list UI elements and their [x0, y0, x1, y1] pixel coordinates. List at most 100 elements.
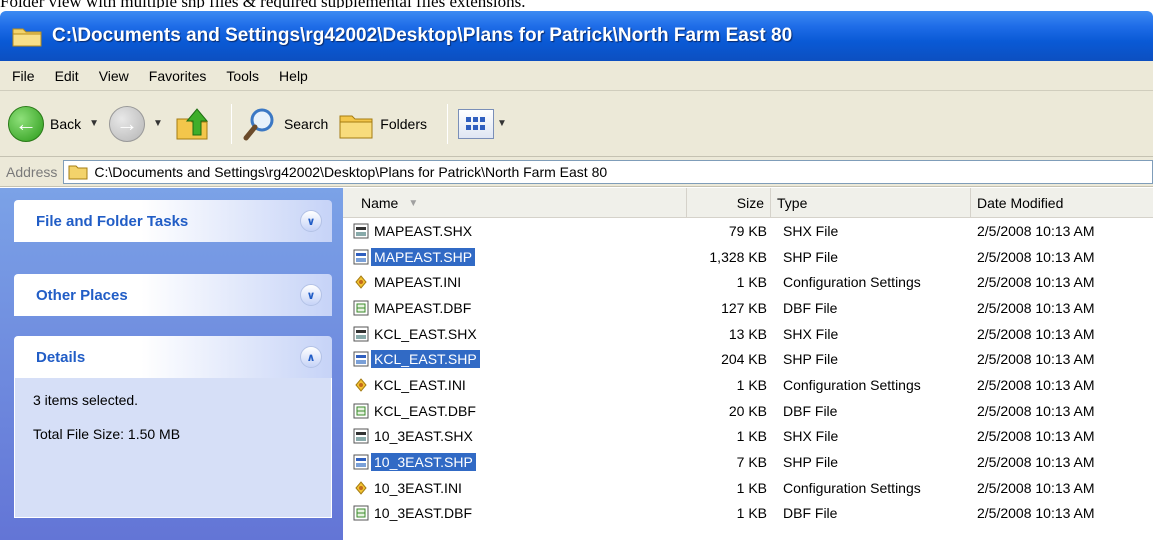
views-button[interactable]: ▼: [457, 108, 507, 139]
file-name-cell[interactable]: KCL_EAST.INI: [353, 372, 683, 398]
file-type: Configuration Settings: [783, 376, 921, 393]
search-button[interactable]: Search: [242, 106, 328, 142]
collapse-chevron-icon[interactable]: ∧: [300, 346, 322, 368]
file-name: KCL_EAST.SHP: [371, 350, 480, 369]
file-date-modified: 2/5/2008 10:13 AM: [977, 428, 1095, 445]
details-title: Details: [36, 348, 86, 366]
file-row[interactable]: KCL_EAST.DBF 20 KB DBF File 2/5/2008 10:13 …: [343, 398, 1153, 424]
file-date-modified: 2/5/2008 10:13 AM: [977, 454, 1095, 471]
column-header-type[interactable]: Type: [771, 188, 971, 218]
toolbar-separator: [446, 103, 448, 144]
file-name-cell[interactable]: MAPEAST.SHX: [353, 218, 683, 244]
file-row[interactable]: MAPEAST.SHX 79 KB SHX File 2/5/2008 10:13 A…: [343, 218, 1153, 244]
file-row[interactable]: KCL_EAST.SHX 13 KB SHX File 2/5/2008 10:13 …: [343, 321, 1153, 347]
folder-icon: [68, 165, 88, 179]
file-row[interactable]: 10_3EAST.INI 1 KB Configuration Settings 2/…: [343, 475, 1153, 501]
address-label: Address: [6, 163, 58, 180]
window-title: C:\Documents and Settings\rg42002\Deskto…: [52, 25, 793, 46]
menu-edit[interactable]: Edit: [55, 68, 79, 84]
folders-button[interactable]: Folders: [338, 108, 427, 140]
file-name: KCL_EAST.DBF: [374, 402, 476, 419]
shx-file-icon: [353, 326, 371, 342]
file-name: KCL_EAST.SHX: [374, 325, 477, 342]
file-row[interactable]: MAPEAST.DBF 127 KB DBF File 2/5/2008 10:13 …: [343, 295, 1153, 321]
menu-favorites[interactable]: Favorites: [149, 68, 207, 84]
file-type: SHP File: [783, 351, 838, 368]
toolbar-separator: [230, 103, 232, 144]
file-row[interactable]: 10_3EAST.SHP 7 KB SHP File 2/5/2008 10:13 A…: [343, 449, 1153, 475]
up-folder-icon: [176, 107, 209, 139]
file-date-modified: 2/5/2008 10:13 AM: [977, 274, 1095, 291]
file-size: 1 KB: [736, 505, 767, 522]
shx-file-icon: [353, 223, 371, 239]
views-icon: [457, 108, 494, 139]
title-bar[interactable]: C:\Documents and Settings\rg42002\Deskto…: [0, 11, 1153, 61]
file-name-cell[interactable]: 10_3EAST.SHP: [353, 449, 683, 475]
file-date-modified: 2/5/2008 10:13 AM: [977, 248, 1095, 265]
file-type: Configuration Settings: [783, 274, 921, 291]
expand-chevron-icon[interactable]: ∨: [300, 284, 322, 306]
file-folder-tasks-header[interactable]: File and Folder Tasks ∨: [14, 200, 332, 242]
file-name-cell[interactable]: 10_3EAST.DBF: [353, 501, 683, 527]
config-file-icon: [353, 274, 371, 290]
file-date-modified: 2/5/2008 10:13 AM: [977, 222, 1095, 239]
folder-icon: [12, 28, 42, 47]
details-body: 3 items selected. Total File Size: 1.50 …: [14, 378, 332, 518]
file-date-modified: 2/5/2008 10:13 AM: [977, 299, 1095, 316]
file-type: Configuration Settings: [783, 479, 921, 496]
file-name-cell[interactable]: KCL_EAST.SHX: [353, 321, 683, 347]
file-folder-tasks-title: File and Folder Tasks: [36, 212, 189, 230]
shp-file-icon: [353, 351, 371, 367]
file-row[interactable]: 10_3EAST.SHX 1 KB SHX File 2/5/2008 10:13 A…: [343, 424, 1153, 450]
task-pane: File and Folder Tasks ∨ Other Places ∨ D…: [0, 188, 343, 540]
back-dropdown-icon[interactable]: ▼: [89, 118, 99, 129]
back-label: Back: [50, 115, 82, 132]
file-name-cell[interactable]: MAPEAST.DBF: [353, 295, 683, 321]
menu-bar: File Edit View Favorites Tools Help: [0, 61, 1153, 91]
folders-icon: [339, 115, 373, 138]
file-row[interactable]: 10_3EAST.DBF 1 KB DBF File 2/5/2008 10:13 A…: [343, 501, 1153, 527]
search-label: Search: [283, 115, 329, 132]
file-row[interactable]: MAPEAST.INI 1 KB Configuration Settings 2/5…: [343, 269, 1153, 295]
file-name-cell[interactable]: KCL_EAST.SHP: [353, 346, 683, 372]
menu-tools[interactable]: Tools: [226, 68, 259, 84]
expand-chevron-icon[interactable]: ∨: [300, 210, 322, 232]
menu-help[interactable]: Help: [279, 68, 308, 84]
details-selected-count: 3 items selected.: [33, 392, 139, 408]
up-folder-button[interactable]: [173, 105, 211, 143]
menu-file[interactable]: File: [12, 68, 35, 84]
address-value: C:\Documents and Settings\rg42002\Deskto…: [94, 163, 608, 180]
shx-file-icon: [353, 428, 371, 444]
other-places-panel: Other Places ∨: [14, 274, 332, 316]
file-size: 20 KB: [728, 402, 767, 419]
forward-button[interactable]: → ▼: [109, 105, 163, 142]
details-header[interactable]: Details ∧: [14, 336, 332, 378]
file-row[interactable]: KCL_EAST.SHP 204 KB SHP File 2/5/2008 10:13…: [343, 346, 1153, 372]
file-row[interactable]: KCL_EAST.INI 1 KB Configuration Settings 2/…: [343, 372, 1153, 398]
file-name-cell[interactable]: MAPEAST.SHP: [353, 244, 683, 270]
file-type: SHX File: [783, 325, 839, 342]
shp-file-icon: [353, 249, 371, 265]
column-header-name[interactable]: Name ▼: [343, 188, 687, 218]
back-button[interactable]: ← Back ▼: [8, 105, 99, 142]
file-size: 204 KB: [721, 351, 767, 368]
file-name-cell[interactable]: KCL_EAST.DBF: [353, 398, 683, 424]
dbf-file-icon: [353, 505, 371, 521]
file-name-cell[interactable]: 10_3EAST.SHX: [353, 424, 683, 450]
config-file-icon: [353, 480, 371, 496]
file-name: 10_3EAST.SHP: [371, 453, 476, 472]
column-header-size[interactable]: Size: [687, 188, 771, 218]
menu-view[interactable]: View: [99, 68, 129, 84]
file-name-cell[interactable]: 10_3EAST.INI: [353, 475, 683, 501]
file-name-cell[interactable]: MAPEAST.INI: [353, 269, 683, 295]
sort-descending-icon: ▼: [408, 197, 419, 209]
dbf-file-icon: [353, 403, 371, 419]
file-row[interactable]: MAPEAST.SHP 1,328 KB SHP File 2/5/2008 10:1…: [343, 244, 1153, 270]
forward-dropdown-icon[interactable]: ▼: [153, 118, 163, 129]
address-input[interactable]: C:\Documents and Settings\rg42002\Deskto…: [63, 159, 1153, 184]
views-dropdown-icon[interactable]: ▼: [497, 118, 507, 129]
file-size: 1 KB: [736, 428, 767, 445]
file-name: 10_3EAST.INI: [374, 479, 462, 496]
other-places-header[interactable]: Other Places ∨: [14, 274, 332, 316]
column-header-date-modified[interactable]: Date Modified: [971, 188, 1153, 218]
